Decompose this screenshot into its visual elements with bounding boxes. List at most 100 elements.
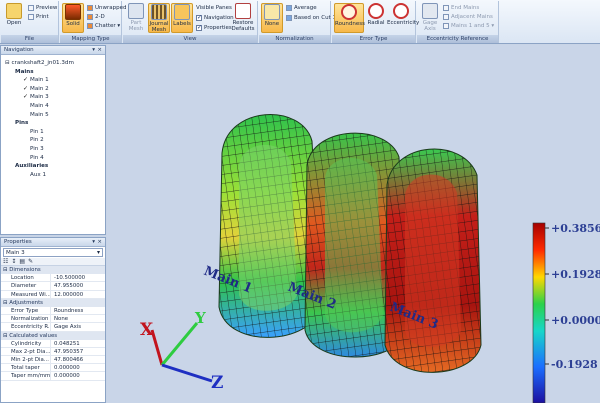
property-row[interactable]: Error Type Roundness (1, 306, 105, 316)
properties-panel-title: Properties ▾ × (1, 238, 105, 247)
alphabetical-icon[interactable]: ↕ (11, 258, 16, 265)
check-icon: ✓ (23, 93, 29, 101)
navigation-tree: ⊟ crankshaft2_jn01.3dm Mains ✓ Main 1 ✓ Ma… (1, 55, 105, 179)
chatter-button[interactable]: Chatter ▾ (87, 22, 120, 30)
journal-mesh-button[interactable]: Journal Mesh (148, 3, 170, 33)
ribbon-group-eccentricity-reference: Gage Axis End Mains Adjacent Mains Mains… (417, 1, 499, 43)
2d-button[interactable]: 2-D (87, 13, 105, 21)
part-mesh-icon (128, 3, 144, 19)
property-grid: ⊟ Dimensions Location -10.500000 Diameter… (1, 266, 105, 381)
ribbon-group-error-type: Roundness Radial Eccentricity Error Type (332, 1, 419, 43)
radial-button[interactable]: Radial (365, 3, 387, 33)
pin-icon[interactable]: ▾ (92, 46, 95, 55)
roundness-button[interactable]: Roundness (334, 3, 365, 33)
2d-icon (87, 13, 93, 20)
property-row[interactable]: Cylindricity 0.048251 (1, 339, 105, 348)
tree-item-main-5[interactable]: Main 5 (5, 111, 105, 120)
close-icon[interactable]: × (97, 238, 102, 247)
color-scale-bar (532, 222, 546, 403)
property-row[interactable]: Measured Wi... 12.000000 (1, 290, 105, 299)
tree-item-aux-1[interactable]: Aux 1 (5, 171, 105, 180)
check-icon: ✓ (23, 76, 29, 84)
ribbon-group-normalization: None Average Based on Cut 1 ▾ Normalizat… (259, 1, 340, 43)
property-row[interactable]: Min 2-pt Dia... 47.800466 (1, 356, 105, 365)
journal-map-render[interactable]: Main 1 Main 2 Main 3 X Y Z +0.3856 +0.19… (107, 45, 600, 403)
scale-label-upper: +0.1928 (551, 268, 600, 281)
end-mains-icon (443, 4, 449, 11)
properties-checkbox[interactable]: Properties (196, 24, 232, 32)
chatter-icon (87, 22, 93, 29)
none-button[interactable]: None (261, 3, 283, 33)
tree-root-file[interactable]: ⊟ crankshaft2_jn01.3dm (5, 59, 105, 68)
properties-object-select[interactable]: Main 3 (3, 248, 103, 257)
restore-defaults-button[interactable]: Restore Defaults (230, 3, 256, 33)
unwrapped-button[interactable]: Unwrapped (87, 4, 127, 12)
axis-label-y: Y (194, 309, 206, 327)
navigation-panel-title: Navigation ▾ × (1, 46, 105, 55)
navigation-checkbox[interactable]: Navigation (196, 14, 234, 22)
tree-item-main-1[interactable]: ✓ Main 1 (5, 76, 105, 85)
property-row[interactable]: Max 2-pt Dia... 47.950357 (1, 347, 105, 357)
cut-icon (286, 14, 292, 21)
tree-item-main-2[interactable]: ✓ Main 2 (5, 85, 105, 94)
property-category-calculated-values[interactable]: ⊟ Calculated values (1, 331, 105, 340)
edit-icon[interactable]: ✎ (28, 258, 33, 265)
labels-button[interactable]: Labels (171, 3, 193, 33)
tree-group-auxiliaries[interactable]: Auxiliaries (5, 162, 105, 171)
property-row[interactable]: Location -10.500000 (1, 274, 105, 283)
gage-axis-button[interactable]: Gage Axis (419, 3, 441, 33)
ribbon-group-label: Mapping Type (60, 35, 121, 43)
checkbox-icon (196, 14, 202, 22)
solid-map-icon (65, 4, 81, 20)
mains-1-and-5-dropdown[interactable]: Mains 1 and 5 ▾ (443, 22, 494, 30)
print-button[interactable]: Print (28, 13, 49, 21)
open-button[interactable]: Open (3, 3, 25, 33)
part-mesh-button[interactable]: Part Mesh (125, 3, 147, 33)
properties-panel: Properties ▾ × Main 3 ☷↕▤✎ ⊟ Dimensions … (0, 237, 106, 403)
journal-ring-main-3[interactable] (384, 148, 482, 373)
property-row[interactable]: Taper mm/mm 0.000000 (1, 372, 105, 381)
property-pages-icon[interactable]: ▤ (19, 258, 25, 265)
property-row[interactable]: Eccentricity R... Gage Axis (1, 323, 105, 332)
printer-icon (28, 13, 34, 20)
close-icon[interactable]: × (97, 46, 102, 55)
tree-item-pin-2[interactable]: Pin 2 (5, 136, 105, 145)
ribbon-group-label: Eccentricity Reference (417, 35, 498, 43)
categorized-icon[interactable]: ☷ (3, 258, 8, 265)
3d-viewport[interactable]: Main 1 Main 2 Main 3 X Y Z +0.3856 +0.19… (107, 45, 600, 403)
none-icon (264, 4, 280, 20)
folder-icon (6, 3, 22, 19)
properties-toolbar: ☷ ↕ ▤ ✎ (1, 258, 105, 266)
gage-axis-icon (422, 3, 438, 19)
tree-item-main-3[interactable]: ✓ Main 3 (5, 93, 105, 102)
labels-icon (174, 4, 190, 20)
tree-group-mains[interactable]: Mains (5, 68, 105, 77)
check-icon: ✓ (23, 84, 29, 92)
eccentricity-button[interactable]: Eccentricity (387, 3, 419, 33)
chevron-down-icon: ▾ (115, 23, 121, 29)
property-category-adjustments[interactable]: ⊟ Adjustments (1, 298, 105, 307)
scale-label-max: +0.3856 (551, 222, 600, 235)
pin-icon[interactable]: ▾ (92, 238, 95, 247)
preview-button[interactable]: Preview (28, 4, 57, 12)
tree-item-pin-3[interactable]: Pin 3 (5, 145, 105, 154)
unwrapped-icon (87, 4, 93, 11)
tree-group-pins[interactable]: Pins (5, 119, 105, 128)
end-mains-button[interactable]: End Mains (443, 4, 479, 12)
property-row[interactable]: Diameter 47.955000 (1, 282, 105, 291)
ribbon-group-label: View (123, 35, 257, 43)
axis-triad: X Y Z (140, 309, 223, 393)
tree-item-pin-1[interactable]: Pin 1 (5, 128, 105, 137)
property-row[interactable]: Total taper 0.000000 (1, 364, 105, 373)
ribbon-group-file: Open Preview Print File (1, 1, 59, 43)
ribbon: Open Preview Print File Solid Unwrapped … (0, 0, 600, 44)
solid-button[interactable]: Solid (62, 3, 84, 33)
average-button[interactable]: Average (286, 4, 317, 12)
adjacent-mains-button[interactable]: Adjacent Mains (443, 13, 493, 21)
property-row[interactable]: Normalization None (1, 315, 105, 324)
tree-item-main-4[interactable]: Main 4 (5, 102, 105, 111)
scale-label-zero: +0.0000 (551, 314, 600, 327)
visible-panes-label: Visible Panes (196, 5, 232, 11)
property-category-dimensions[interactable]: ⊟ Dimensions (1, 266, 105, 275)
tree-item-pin-4[interactable]: Pin 4 (5, 154, 105, 163)
